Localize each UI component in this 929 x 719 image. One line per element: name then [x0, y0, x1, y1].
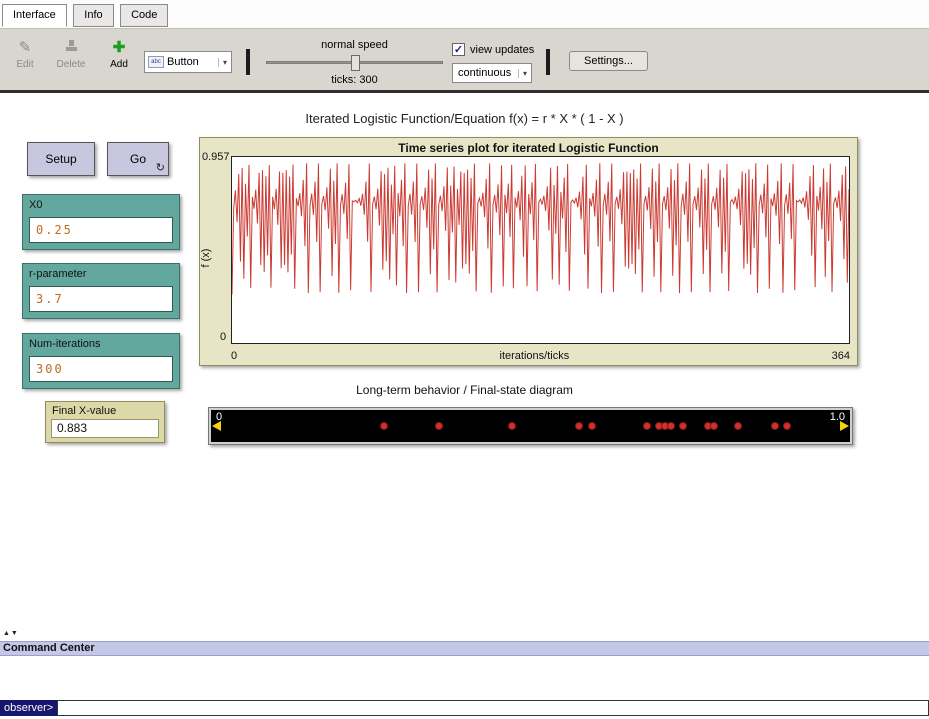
attractor-dot	[435, 422, 443, 430]
input-num-iterations: Num-iterations 300	[22, 333, 180, 389]
speed-slider-handle[interactable]	[351, 55, 360, 71]
attractor-dot	[734, 422, 742, 430]
right-arrow-icon	[840, 421, 849, 431]
final-x-monitor: Final X-value 0.883	[45, 401, 165, 443]
toolbar-separator	[546, 49, 550, 75]
toolbar-divider	[0, 90, 929, 93]
toolbar: ✎ Edit Delete ✚ Add abc Button ▾ normal …	[0, 28, 929, 90]
update-mode-value: continuous	[458, 67, 511, 79]
command-center-output	[0, 657, 929, 699]
input-num-iterations-label: Num-iterations	[23, 334, 179, 352]
attractor-dot	[508, 422, 516, 430]
time-series-plot: Time series plot for iterated Logistic F…	[199, 137, 858, 366]
edit-label: Edit	[10, 59, 40, 70]
plot-x-axis-label: iterations/ticks	[500, 350, 570, 362]
chevron-down-icon: ▾	[518, 69, 531, 78]
view-updates-checkbox[interactable]: ✓	[452, 43, 465, 56]
widget-type-value: Button	[167, 56, 199, 68]
final-state-canvas: 0 1.0	[211, 410, 850, 442]
plot-x-axis: 0 iterations/ticks 364	[231, 350, 850, 362]
update-mode-dropdown[interactable]: continuous ▾	[452, 63, 532, 83]
input-r-parameter-field[interactable]: 3.7	[29, 286, 173, 312]
observer-row: observer>	[0, 700, 929, 716]
chevron-down-icon: ▾	[218, 58, 231, 67]
attractor-dot	[667, 422, 675, 430]
final-x-monitor-value: 0.883	[51, 419, 159, 438]
plot-y-max: 0.957	[202, 151, 230, 163]
input-x0-label: X0	[23, 195, 179, 213]
ticks-counter: ticks: 300	[331, 74, 377, 86]
stamp-icon	[52, 39, 90, 57]
input-r-parameter-label: r-parameter	[23, 264, 179, 282]
model-title: Iterated Logistic Function/Equation f(x)…	[0, 111, 929, 126]
left-arrow-icon	[212, 421, 221, 431]
attractor-dot	[710, 422, 718, 430]
splitter-arrows-icon[interactable]: ▲▼	[3, 630, 19, 637]
toolbar-separator	[246, 49, 250, 75]
attractor-dot	[771, 422, 779, 430]
view-updates-label: view updates	[470, 44, 534, 56]
plot-x-min: 0	[231, 350, 237, 362]
netlogo-window: Interface Info Code ✎ Edit Delete ✚ Add …	[0, 0, 929, 719]
speed-slider-group: normal speed ticks: 300	[262, 35, 447, 88]
plot-title: Time series plot for iterated Logistic F…	[200, 141, 857, 155]
attractor-dot	[783, 422, 791, 430]
observer-prompt: observer>	[0, 700, 57, 716]
button-widget-icon: abc	[148, 56, 164, 68]
input-x0-field[interactable]: 0.25	[29, 217, 173, 243]
plot-y-axis-label: f (x)	[200, 238, 212, 278]
tab-info[interactable]: Info	[73, 4, 113, 27]
go-button[interactable]: Go ↻	[107, 142, 169, 176]
input-r-parameter: r-parameter 3.7	[22, 263, 180, 319]
add-label: Add	[104, 59, 134, 70]
final-state-view: 0 1.0	[208, 407, 853, 445]
attractor-dots	[225, 410, 836, 442]
forever-icon: ↻	[156, 161, 165, 174]
attractor-dot	[679, 422, 687, 430]
delete-button[interactable]: Delete	[52, 39, 90, 70]
widget-type-dropdown[interactable]: abc Button ▾	[144, 51, 232, 73]
command-center-header[interactable]: Command Center	[0, 641, 929, 656]
command-input[interactable]	[57, 700, 929, 716]
input-num-iterations-field[interactable]: 300	[29, 356, 173, 382]
input-x0: X0 0.25	[22, 194, 180, 250]
final-state-title: Long-term behavior / Final-state diagram	[0, 383, 929, 397]
attractor-dot	[588, 422, 596, 430]
plot-y-min: 0	[220, 331, 226, 343]
setup-button-label: Setup	[28, 152, 94, 166]
delete-label: Delete	[52, 59, 90, 70]
setup-button[interactable]: Setup	[27, 142, 95, 176]
add-button[interactable]: ✚ Add	[104, 39, 134, 70]
plot-x-max: 364	[832, 350, 850, 362]
tab-interface[interactable]: Interface	[2, 4, 67, 27]
attractor-dot	[643, 422, 651, 430]
attractor-dot	[575, 422, 583, 430]
tab-code[interactable]: Code	[120, 4, 168, 27]
pencil-icon: ✎	[10, 39, 40, 57]
speed-label: normal speed	[321, 39, 388, 51]
plot-canvas	[231, 156, 850, 344]
edit-button[interactable]: ✎ Edit	[10, 39, 40, 70]
view-updates-row: ✓ view updates	[452, 43, 534, 56]
speed-slider[interactable]	[266, 61, 443, 64]
tab-bar: Interface Info Code	[0, 0, 929, 28]
final-x-monitor-label: Final X-value	[46, 402, 164, 418]
attractor-dot	[380, 422, 388, 430]
settings-button[interactable]: Settings...	[569, 51, 648, 71]
plus-icon: ✚	[104, 39, 134, 57]
